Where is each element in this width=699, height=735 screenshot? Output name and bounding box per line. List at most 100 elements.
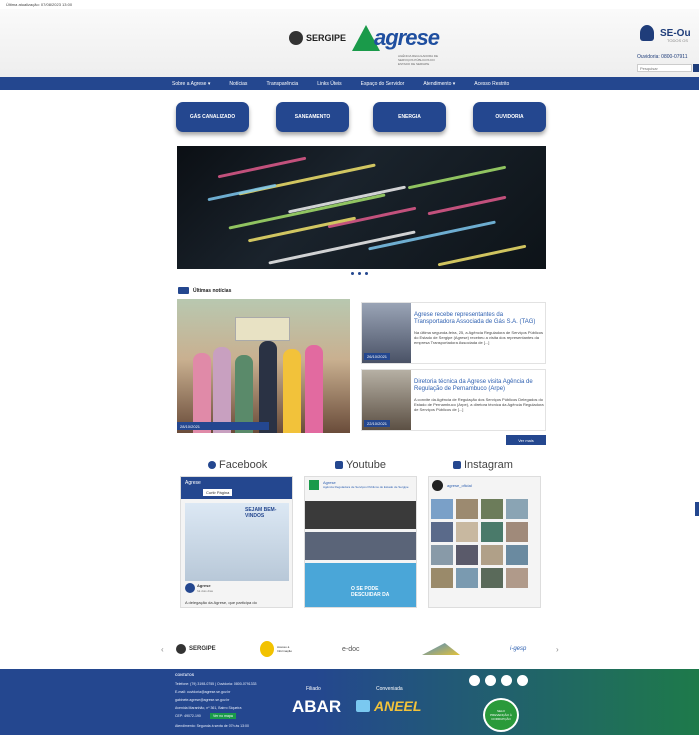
facebook-icon xyxy=(208,461,216,469)
footer-phone: Telefone: (79) 3198-0755 | Ouvidoria: 08… xyxy=(175,682,257,686)
quick-link-saneamento[interactable]: SANEAMENTO xyxy=(276,102,349,132)
site-footer xyxy=(0,669,699,735)
ig-tile[interactable] xyxy=(481,545,503,565)
see-more-button[interactable]: Ver mais xyxy=(506,435,546,445)
side-accessibility-tab[interactable] xyxy=(695,502,699,516)
ig-tile[interactable] xyxy=(481,568,503,588)
ig-tile[interactable] xyxy=(431,499,453,519)
info-icon xyxy=(260,641,274,657)
news-main-date: 28/10/2021 xyxy=(177,422,269,430)
abar-logo[interactable]: ABAR xyxy=(292,697,341,717)
nav-item-atendimento[interactable]: Atendimento ▾ xyxy=(423,81,455,87)
yt-video-thumb[interactable] xyxy=(305,563,416,607)
sergipe-crest-icon xyxy=(176,644,186,654)
ig-tile[interactable] xyxy=(506,522,528,542)
carousel-dots[interactable] xyxy=(351,272,368,275)
yt-video-thumb[interactable] xyxy=(305,501,416,529)
fb-follow-button[interactable]: Curtir Página xyxy=(203,489,233,496)
youtube-embed[interactable]: Agrese Agência Reguladora de Serviços Pú… xyxy=(304,476,417,608)
ig-tile[interactable] xyxy=(506,499,528,519)
person-headset-icon xyxy=(640,25,654,41)
ig-tile[interactable] xyxy=(456,499,478,519)
youtube-icon xyxy=(335,461,343,469)
main-nav: Sobre a Agrese ▾ Notícias Transparência … xyxy=(0,77,699,90)
youtube-heading-text: Youtube xyxy=(346,459,386,471)
instagram-embed[interactable]: agrese_oficial xyxy=(428,476,541,608)
fb-avatar xyxy=(185,583,195,593)
ig-tile[interactable] xyxy=(506,545,528,565)
sergipe-logo-text: SERGIPE xyxy=(306,33,347,43)
agrese-logo[interactable]: agrese xyxy=(352,25,440,51)
fb-post-author: Agrese xyxy=(197,583,211,588)
partners-next-icon[interactable]: › xyxy=(556,645,559,654)
partner-seiga[interactable] xyxy=(422,637,460,661)
anti-corruption-badge: SELO PREVENÇÃO À CORRUPÇÃO xyxy=(483,698,519,732)
yt-video-thumb[interactable] xyxy=(305,532,416,560)
news-card-date: 26/10/2021 xyxy=(364,353,391,360)
partner-acesso-informacao[interactable]: Acesso à Informação xyxy=(260,637,295,661)
seou-subtitle: TODOS OS xyxy=(667,38,689,43)
ig-tile[interactable] xyxy=(431,545,453,565)
instagram-heading: Instagram xyxy=(453,459,513,471)
nav-item-espaco-servidor[interactable]: Espaço do Servidor xyxy=(361,81,405,87)
fb-post-time: há dois dias xyxy=(197,589,214,593)
youtube-heading: Youtube xyxy=(335,459,386,471)
aneel-logo[interactable]: ANEEL xyxy=(356,698,421,714)
footer-filiado-label: Filiado xyxy=(306,686,321,692)
partner-igesp[interactable]: i-gesp xyxy=(510,637,526,661)
carousel-dot[interactable] xyxy=(358,272,361,275)
ig-tile[interactable] xyxy=(456,522,478,542)
yt-channel-icon xyxy=(309,480,319,490)
footer-email-2: gabinete.agrese@agrese.se.gov.br xyxy=(175,698,230,702)
quick-link-gas[interactable]: GÁS CANALIZADO xyxy=(176,102,249,132)
nav-item-noticias[interactable]: Notícias xyxy=(229,81,247,87)
news-card-text: Na última segunda-feira, 25, a Agência R… xyxy=(414,330,543,345)
news-card[interactable]: 22/10/2021 Diretoria técnica da Agrese v… xyxy=(361,369,546,431)
news-main-photo[interactable]: 28/10/2021 xyxy=(177,299,350,433)
ig-tile[interactable] xyxy=(506,568,528,588)
facebook-footer-icon[interactable] xyxy=(501,675,512,686)
nav-item-sobre[interactable]: Sobre a Agrese ▾ xyxy=(172,81,210,87)
search-input[interactable] xyxy=(637,64,692,72)
footer-conveniada-label: Conveniada xyxy=(376,686,403,692)
site-header xyxy=(0,9,699,77)
sergipe-crest-icon xyxy=(289,31,303,45)
ig-tile[interactable] xyxy=(431,568,453,588)
ig-avatar xyxy=(432,480,443,491)
facebook-heading: Facebook xyxy=(208,459,267,471)
ig-tile[interactable] xyxy=(456,568,478,588)
carousel-dot[interactable] xyxy=(351,272,354,275)
sergipe-logo[interactable]: SERGIPE xyxy=(289,31,346,45)
ig-tile[interactable] xyxy=(431,522,453,542)
youtube-footer-icon[interactable] xyxy=(485,675,496,686)
ig-tile[interactable] xyxy=(481,522,503,542)
news-card-text: A convite da Agência de Regulação dos Se… xyxy=(414,397,544,412)
nav-item-acesso-restrito[interactable]: Acesso Restrito xyxy=(474,81,509,87)
partner-sergipe[interactable]: SERGIPE xyxy=(176,637,216,661)
footer-contacts-title: CONTATOS xyxy=(175,673,195,677)
search-button[interactable] xyxy=(693,64,699,72)
linkedin-footer-icon[interactable] xyxy=(517,675,528,686)
footer-hours: Atendimento: Segunda à sexta de 07h às 1… xyxy=(175,724,249,728)
partner-edoc[interactable]: e-doc xyxy=(342,637,360,661)
nav-item-links-uteis[interactable]: Links Úteis xyxy=(317,81,341,87)
partners-prev-icon[interactable]: ‹ xyxy=(161,645,164,654)
instagram-footer-icon[interactable] xyxy=(469,675,480,686)
fb-page-name: Agrese xyxy=(185,480,201,486)
facebook-embed[interactable]: Agrese Curtir Página SEJAM BEM-VINDOS Ag… xyxy=(180,476,293,608)
ig-handle[interactable]: agrese_oficial xyxy=(447,483,472,488)
ig-tile[interactable] xyxy=(481,499,503,519)
ig-tile[interactable] xyxy=(456,545,478,565)
fb-banner-text: SEJAM BEM-VINDOS xyxy=(245,507,277,519)
quick-link-ouvidoria[interactable]: OUVIDORIA xyxy=(473,102,546,132)
news-card[interactable]: 26/10/2021 Agrese recebe representantes … xyxy=(361,302,546,364)
news-card-title[interactable]: Agrese recebe representantes da Transpor… xyxy=(414,312,544,326)
hero-banner-image[interactable] xyxy=(177,146,546,269)
news-card-title[interactable]: Diretoria técnica da Agrese visita Agênc… xyxy=(414,379,544,393)
map-button[interactable]: Ver no mapa xyxy=(210,713,236,719)
carousel-dot[interactable] xyxy=(365,272,368,275)
seou-title: SE-Ou xyxy=(660,27,691,39)
quick-link-energia[interactable]: ENERGIA xyxy=(373,102,446,132)
nav-item-transparencia[interactable]: Transparência xyxy=(266,81,298,87)
footer-address: Avenida Maranhão, nº 361, Bairro Siqueir… xyxy=(175,706,242,710)
